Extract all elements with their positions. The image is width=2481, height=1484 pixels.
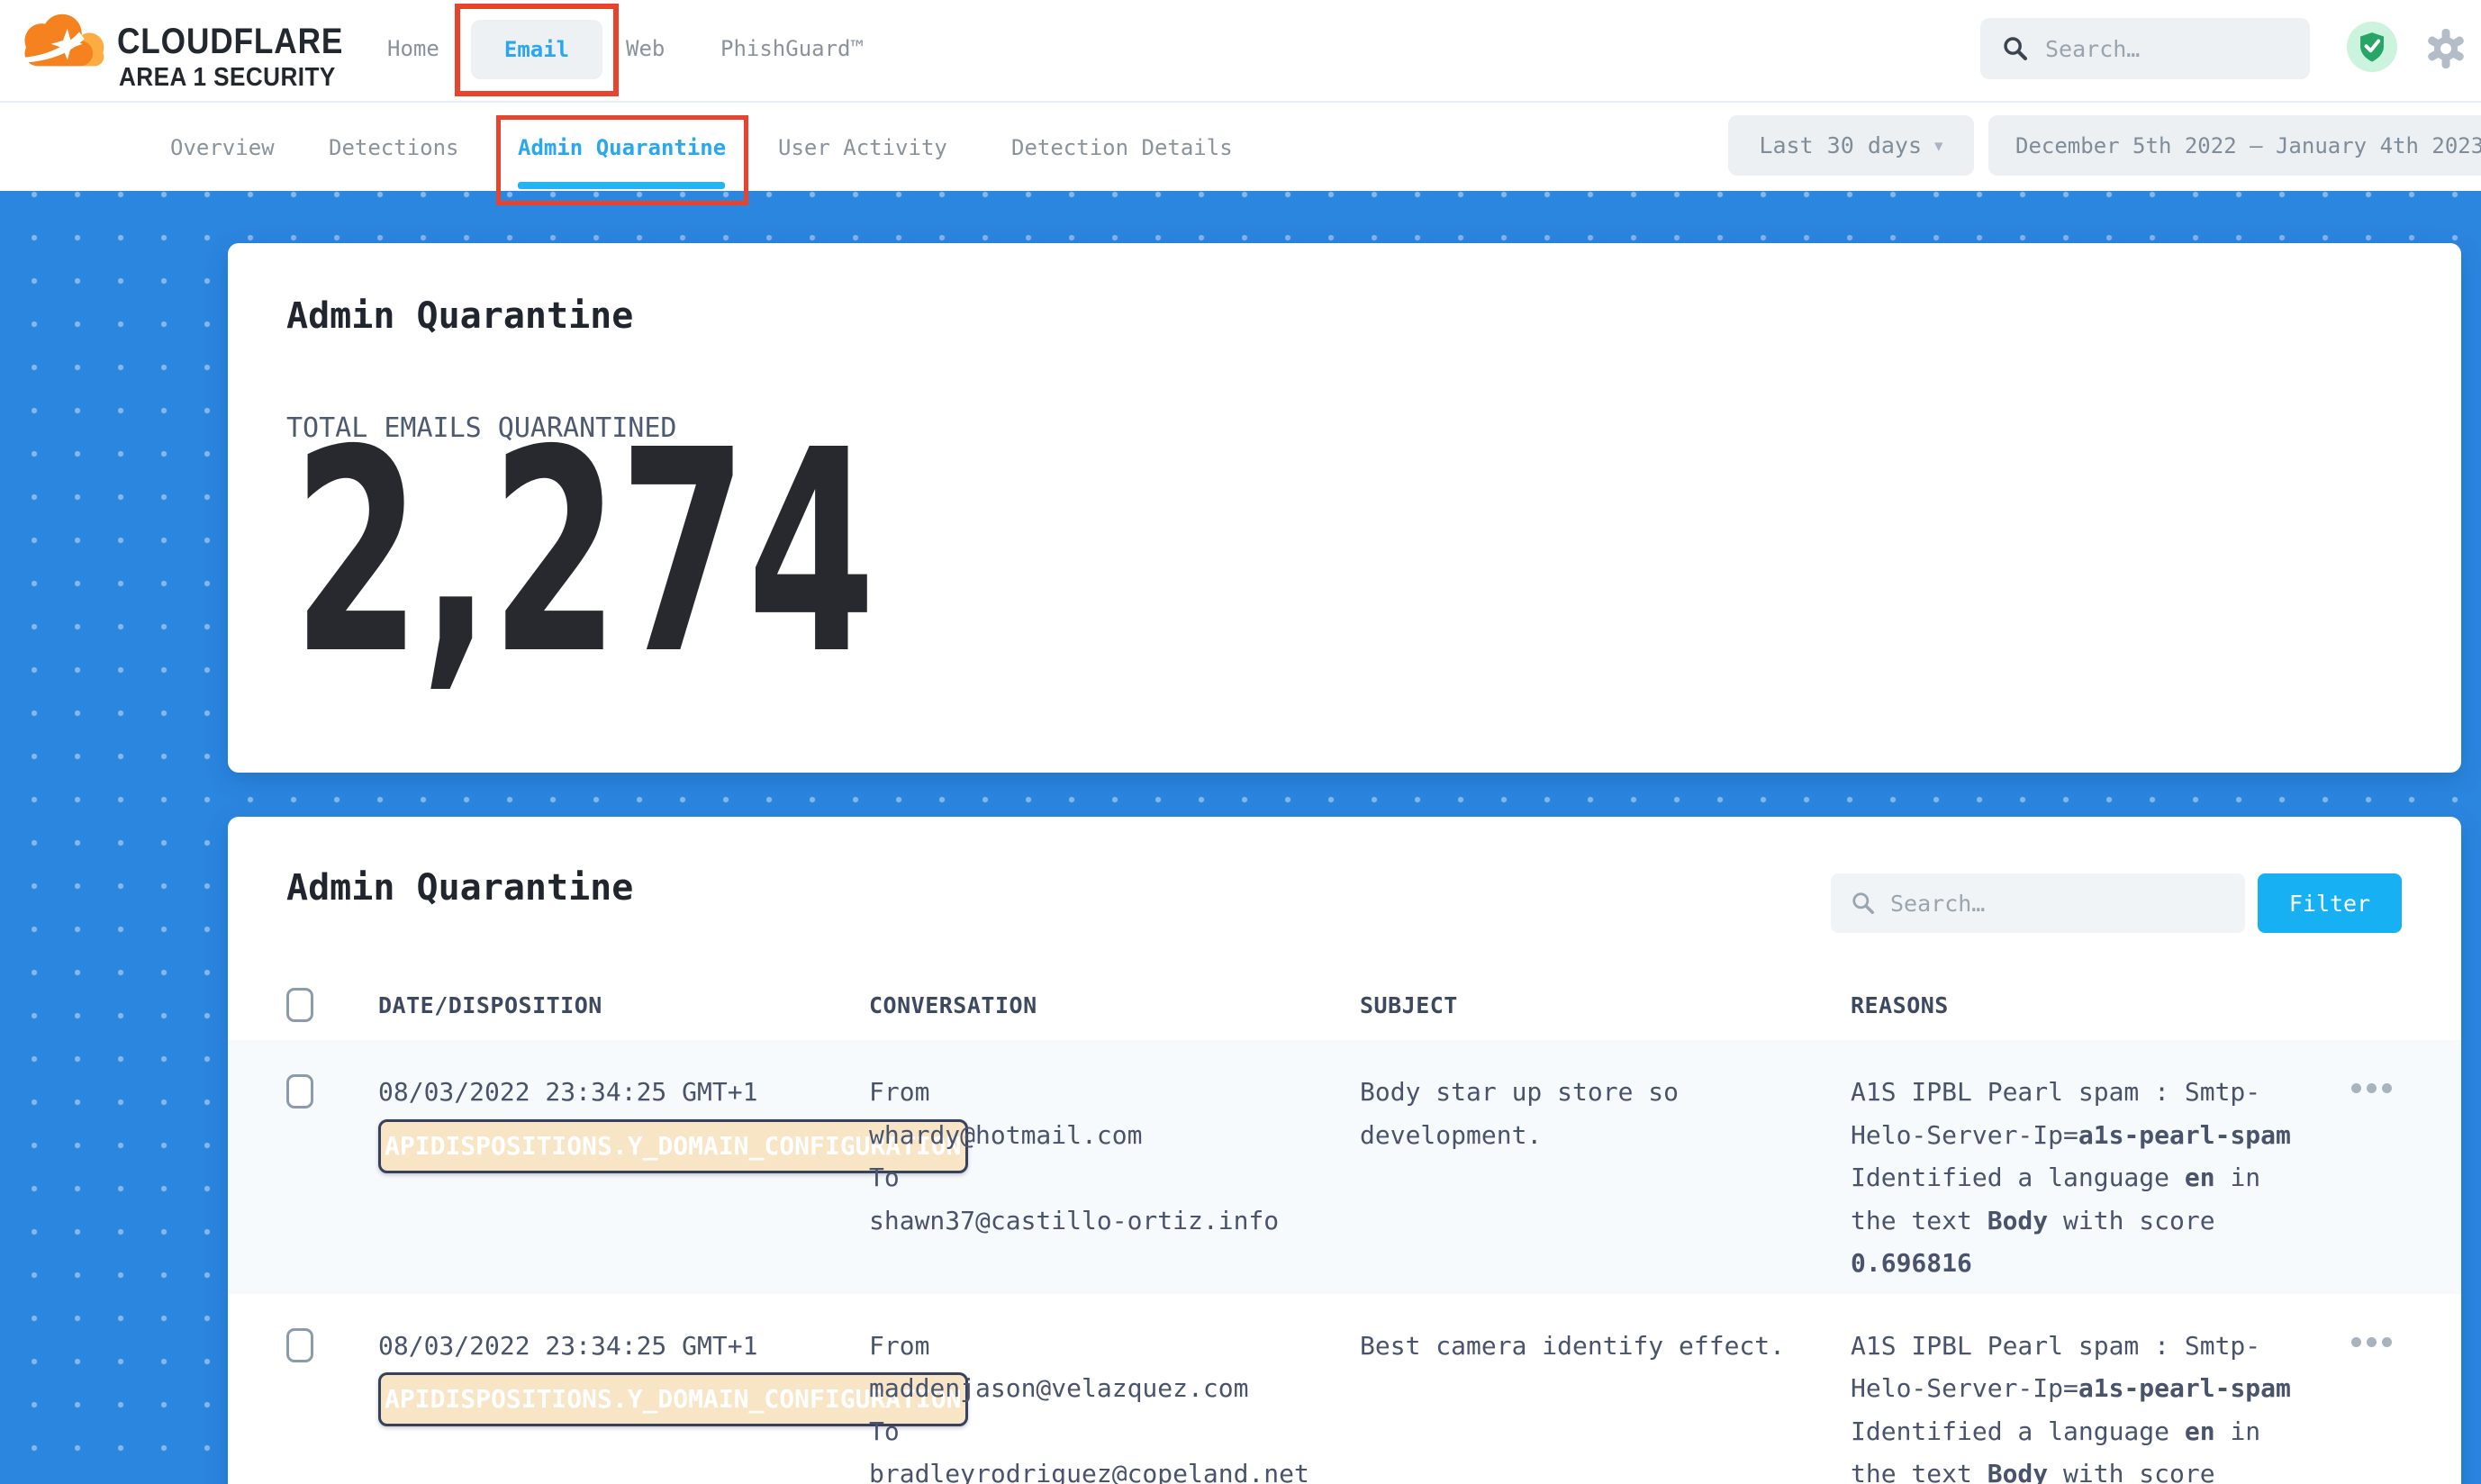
from-email: whardy@hotmail.com — [869, 1114, 1360, 1157]
summary-card: Admin Quarantine TOTAL EMAILS QUARANTINE… — [228, 243, 2461, 773]
to-label: To — [869, 1410, 1360, 1453]
table-header-row: DATE/DISPOSITION CONVERSATION SUBJECT RE… — [228, 970, 2461, 1040]
summary-card-title: Admin Quarantine — [286, 295, 633, 337]
table-row: 08/03/2022 23:34:25 GMT+1 APIDISPOSITION… — [228, 1040, 2461, 1294]
quarantine-card-title: Admin Quarantine — [286, 867, 633, 909]
protection-status-badge[interactable] — [2347, 22, 2397, 72]
brand-name: CLOUDFLARE — [117, 22, 343, 62]
topnav-item-web[interactable]: Web — [626, 36, 665, 61]
quarantine-table-body: 08/03/2022 23:34:25 GMT+1 APIDISPOSITION… — [228, 1040, 2461, 1484]
from-label: From — [869, 1071, 1360, 1114]
tab-detection-details[interactable]: Detection Details — [1011, 135, 1233, 160]
cell-conversation: From maddenjason@velazquez.com To bradle… — [869, 1325, 1360, 1484]
table-search-input[interactable] — [1890, 891, 2178, 917]
tab-overview[interactable]: Overview — [170, 135, 275, 160]
global-search-input[interactable] — [2045, 36, 2261, 62]
row-checkbox[interactable] — [286, 1328, 313, 1362]
select-all-checkbox[interactable] — [286, 988, 313, 1022]
cloudflare-logo: CLOUDFLARE AREA 1 SECURITY — [16, 7, 322, 97]
cell-date-disposition: 08/03/2022 23:34:25 GMT+1 APIDISPOSITION… — [378, 1325, 869, 1484]
topnav-item-email[interactable]: Email — [471, 20, 602, 79]
tab-detections[interactable]: Detections — [329, 135, 459, 160]
brand-subtitle: AREA 1 SECURITY — [119, 63, 336, 93]
column-header-subject: SUBJECT — [1360, 992, 1851, 1018]
to-email: shawn37@castillo-ortiz.info — [869, 1199, 1360, 1243]
cloudflare-cloud-icon — [16, 11, 110, 70]
column-header-date-disposition: DATE/DISPOSITION — [378, 992, 869, 1018]
search-icon — [2002, 35, 2029, 62]
tab-user-activity[interactable]: User Activity — [778, 135, 947, 160]
settings-button[interactable] — [2424, 27, 2467, 70]
column-header-reasons: REASONS — [1851, 992, 2301, 1018]
page: CLOUDFLARE AREA 1 SECURITY Home Email We… — [0, 0, 2481, 1484]
reasons-text: A1S IPBL Pearl spam : Smtp-Helo-Server-I… — [1851, 1325, 2301, 1484]
column-header-conversation: CONVERSATION — [869, 992, 1360, 1018]
cell-subject: Body star up store so development. — [1360, 1071, 1851, 1285]
shield-check-icon — [2356, 30, 2388, 64]
search-icon — [1851, 891, 1876, 916]
quarantine-card: Admin Quarantine Filter DATE/DISPOSITION… — [228, 817, 2461, 1484]
dashboard-background: Admin Quarantine TOTAL EMAILS QUARANTINE… — [0, 191, 2481, 1484]
date-range-text: December 5th 2022 — January 4th 2023 — [2015, 133, 2481, 158]
cell-conversation: From whardy@hotmail.com To shawn37@casti… — [869, 1071, 1360, 1285]
topnav-item-home[interactable]: Home — [387, 36, 439, 61]
date-range-selector-label: Last 30 days — [1759, 132, 1922, 158]
to-label: To — [869, 1156, 1360, 1199]
active-tab-underline — [518, 182, 725, 189]
gear-icon — [2424, 27, 2467, 70]
topnav-item-email-label: Email — [504, 37, 569, 62]
row-checkbox[interactable] — [286, 1074, 313, 1108]
chevron-down-icon: ▾ — [1934, 136, 1943, 156]
global-search[interactable] — [1980, 18, 2310, 79]
table-row: 08/03/2022 23:34:25 GMT+1 APIDISPOSITION… — [228, 1294, 2461, 1484]
reasons-text: A1S IPBL Pearl spam : Smtp-Helo-Server-I… — [1851, 1071, 2301, 1285]
row-actions-menu-icon[interactable] — [2351, 1337, 2392, 1484]
cell-subject: Best camera identify effect. — [1360, 1325, 1851, 1484]
top-header: CLOUDFLARE AREA 1 SECURITY Home Email We… — [0, 0, 2481, 103]
table-search[interactable] — [1831, 873, 2245, 933]
tab-admin-quarantine[interactable]: Admin Quarantine — [518, 135, 726, 160]
to-email: bradleyrodriguez@copeland.net — [869, 1452, 1360, 1484]
cell-date-disposition: 08/03/2022 23:34:25 GMT+1 APIDISPOSITION… — [378, 1071, 869, 1285]
date-range-selector[interactable]: Last 30 days ▾ — [1728, 115, 1974, 176]
from-label: From — [869, 1325, 1360, 1368]
filter-button[interactable]: Filter — [2258, 873, 2402, 933]
email-subnav: Overview Detections Admin Quarantine Use… — [0, 103, 2481, 191]
row-date: 08/03/2022 23:34:25 GMT+1 — [378, 1077, 757, 1107]
topnav-item-phishguard[interactable]: PhishGuard™ — [720, 36, 864, 61]
metric-value: 2,274 — [293, 414, 875, 693]
row-actions-menu-icon[interactable] — [2351, 1083, 2392, 1285]
from-email: maddenjason@velazquez.com — [869, 1367, 1360, 1410]
date-range-display[interactable]: December 5th 2022 — January 4th 2023 — [1988, 115, 2481, 176]
row-date: 08/03/2022 23:34:25 GMT+1 — [378, 1331, 757, 1361]
